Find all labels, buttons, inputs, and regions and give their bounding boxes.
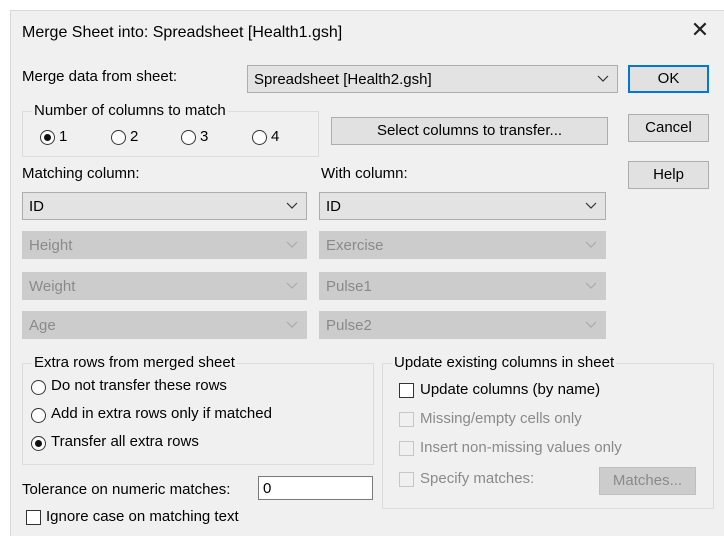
merge-sheet-dialog: Merge Sheet into: Spreadsheet [Health1.g… <box>10 10 724 536</box>
chevron-down-icon <box>597 75 609 82</box>
extra-rows-label-matched: Add in extra rows only if matched <box>51 405 272 422</box>
matching-column-select-1[interactable]: ID <box>22 192 307 220</box>
select-columns-button[interactable]: Select columns to transfer... <box>331 117 608 145</box>
matching-column-select-3: Weight <box>22 272 307 300</box>
extra-rows-radio-matched[interactable] <box>31 408 46 423</box>
tolerance-value: 0 <box>263 480 272 497</box>
update-by-name-label: Update columns (by name) <box>420 381 601 398</box>
extra-rows-label-none: Do not transfer these rows <box>51 377 227 394</box>
matching-column-select-2: Height <box>22 231 307 259</box>
with-column-select-2: Exercise <box>319 231 606 259</box>
tolerance-label: Tolerance on numeric matches: <box>22 481 231 498</box>
num-columns-radio-4[interactable] <box>252 130 267 145</box>
specify-matches-checkbox <box>399 472 414 487</box>
with-column-select-3: Pulse1 <box>319 272 606 300</box>
num-columns-radio-2[interactable] <box>111 130 126 145</box>
missing-only-label: Missing/empty cells only <box>420 410 582 427</box>
num-columns-label-3: 3 <box>200 128 209 145</box>
chevron-down-icon <box>585 282 597 289</box>
insert-non-missing-checkbox <box>399 441 414 456</box>
num-columns-title: Number of columns to match <box>32 102 228 119</box>
ignore-case-checkbox[interactable] <box>26 510 41 525</box>
merge-from-select[interactable]: Spreadsheet [Health2.gsh] <box>247 65 618 93</box>
update-existing-title: Update existing columns in sheet <box>392 354 617 371</box>
matching-column-select-4: Age <box>22 311 307 339</box>
matching-column-value: ID <box>29 198 44 215</box>
num-columns-radio-3[interactable] <box>181 130 196 145</box>
ok-button[interactable]: OK <box>628 65 709 93</box>
tolerance-input[interactable]: 0 <box>258 476 373 500</box>
with-column-value: Pulse2 <box>326 317 372 334</box>
with-column-value: Pulse1 <box>326 278 372 295</box>
ignore-case-label: Ignore case on matching text <box>46 508 239 525</box>
matching-column-value: Height <box>29 237 73 254</box>
num-columns-label-4: 4 <box>271 128 280 145</box>
extra-rows-radio-all[interactable] <box>31 436 46 451</box>
extra-rows-radio-none[interactable] <box>31 380 46 395</box>
chevron-down-icon <box>585 202 597 209</box>
with-column-select-4: Pulse2 <box>319 311 606 339</box>
with-column-select-1[interactable]: ID <box>319 192 606 220</box>
extra-rows-label-all: Transfer all extra rows <box>51 433 199 450</box>
num-columns-label-1: 1 <box>59 128 68 145</box>
with-column-label: With column: <box>321 165 408 182</box>
num-columns-label-2: 2 <box>130 128 139 145</box>
extra-rows-title: Extra rows from merged sheet <box>32 354 237 371</box>
chevron-down-icon <box>585 321 597 328</box>
help-button[interactable]: Help <box>628 161 709 189</box>
with-column-value: Exercise <box>326 237 384 254</box>
chevron-down-icon <box>585 241 597 248</box>
num-columns-radio-1[interactable] <box>40 130 55 145</box>
merge-from-value: Spreadsheet [Health2.gsh] <box>254 71 432 88</box>
chevron-down-icon <box>286 282 298 289</box>
dialog-title: Merge Sheet into: Spreadsheet [Health1.g… <box>22 24 343 41</box>
with-column-value: ID <box>326 198 341 215</box>
chevron-down-icon <box>286 202 298 209</box>
matching-column-value: Weight <box>29 278 76 295</box>
missing-only-checkbox <box>399 412 414 427</box>
cancel-button[interactable]: Cancel <box>628 114 709 142</box>
matching-column-value: Age <box>29 317 56 334</box>
specify-matches-label: Specify matches: <box>420 470 535 487</box>
merge-from-label: Merge data from sheet: <box>22 68 178 85</box>
chevron-down-icon <box>286 241 298 248</box>
matches-button: Matches... <box>599 467 696 495</box>
chevron-down-icon <box>286 321 298 328</box>
update-by-name-checkbox[interactable] <box>399 383 414 398</box>
close-icon[interactable]: ✕ <box>686 17 714 43</box>
matching-column-label: Matching column: <box>22 165 140 182</box>
insert-non-missing-label: Insert non-missing values only <box>420 439 622 456</box>
